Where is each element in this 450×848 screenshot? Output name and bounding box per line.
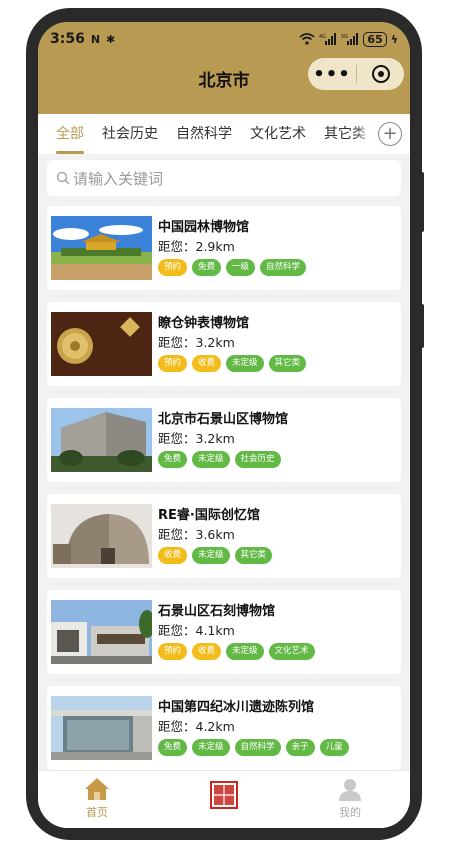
museum-name: 瞭仓钟表博物馆: [158, 316, 250, 331]
tag-category: 其它类: [234, 547, 273, 564]
museum-card[interactable]: 北京市石景山区博物馆 距您：3.2km 免费 未定级 社会历史: [47, 398, 401, 482]
bottom-nav: 首页 我的: [38, 770, 410, 828]
museum-tags: 收费 未定级 其它类: [158, 547, 273, 564]
tab-culture-art[interactable]: 文化艺术: [250, 114, 306, 154]
capsule-close-icon[interactable]: [357, 65, 404, 83]
museum-name: 中国第四纪冰川遗迹陈列馆: [158, 700, 315, 715]
category-tabs: 全部 社会历史 自然科学 文化艺术 其它类 +: [38, 114, 410, 154]
wifi-icon: [299, 33, 315, 45]
museum-distance: 距您：2.9km: [158, 239, 235, 254]
tag-category: 自然科学: [234, 739, 281, 756]
museum-distance: 距您：3.2km: [158, 431, 235, 446]
add-category-icon[interactable]: +: [378, 122, 402, 146]
home-icon: [85, 778, 109, 800]
volume-button: [420, 172, 424, 232]
tag-category: 其它类: [268, 355, 307, 372]
museum-thumbnail: [51, 216, 152, 280]
tag-category: 自然科学: [260, 259, 307, 276]
tag-free: 免费: [192, 259, 222, 276]
museum-thumbnail: [51, 600, 152, 664]
museum-tags: 预约 收费 未定级 其它类: [158, 355, 307, 372]
museum-distance: 距您：4.2km: [158, 719, 235, 734]
tag-level: 未定级: [226, 355, 264, 372]
tag-children: 儿童: [319, 739, 349, 756]
tag-paid: 收费: [192, 355, 222, 372]
museum-distance: 距您：3.2km: [158, 335, 235, 350]
tag-category: 文化艺术: [268, 643, 315, 660]
tag-reservation: 预约: [158, 259, 188, 276]
search-bar[interactable]: 请输入关键词: [47, 160, 401, 196]
signal-4g-icon: 4G: [319, 33, 337, 45]
nav-home-label: 首页: [86, 806, 108, 819]
tag-level: 未定级: [192, 739, 230, 756]
nav-mine[interactable]: 我的: [320, 777, 380, 820]
nfc-icon: N: [90, 32, 101, 46]
tag-free: 免费: [158, 739, 188, 756]
tag-family: 亲子: [285, 739, 315, 756]
tag-category: 社会历史: [234, 451, 281, 468]
museum-card[interactable]: 中国园林博物馆 距您：2.9km 预约 免费 一级 自然科学: [47, 206, 401, 290]
tag-paid: 收费: [158, 547, 188, 564]
tag-level: 未定级: [226, 643, 264, 660]
tag-reservation: 预约: [158, 355, 188, 372]
signal-5g-icon: 5G: [341, 33, 359, 45]
bluetooth-icon: ✱: [106, 32, 116, 46]
museum-distance: 距您：3.6km: [158, 527, 235, 542]
mini-program-capsule: •••: [308, 58, 404, 90]
charging-icon: ϟ: [390, 32, 398, 46]
museum-tags: 预约 免费 一级 自然科学: [158, 259, 307, 276]
museum-thumbnail: [51, 504, 152, 568]
museum-distance: 距您：4.1km: [158, 623, 235, 638]
museum-thumbnail: [51, 312, 152, 376]
tab-social-history[interactable]: 社会历史: [102, 114, 158, 154]
battery-indicator: 65: [363, 31, 387, 47]
museum-name: 石景山区石刻博物馆: [158, 604, 276, 619]
tag-level: 未定级: [192, 451, 230, 468]
museum-card[interactable]: RE睿·国际创忆馆 距您：3.6km 收费 未定级 其它类: [47, 494, 401, 578]
more-dots-icon[interactable]: •••: [308, 64, 356, 85]
power-button: [420, 304, 424, 348]
nav-home[interactable]: 首页: [67, 777, 127, 820]
status-time: 3:56: [50, 31, 85, 47]
header-bar: 3:56 N ✱ 4G 5G 65 ϟ 北京市 •••: [38, 22, 410, 114]
tab-natural-science[interactable]: 自然科学: [176, 114, 232, 154]
status-bar: 3:56 N ✱ 4G 5G 65 ϟ: [50, 30, 398, 48]
museum-tags: 免费 未定级 自然科学 亲子 儿童: [158, 739, 349, 756]
tag-free: 免费: [158, 451, 188, 468]
user-icon: [339, 779, 361, 801]
museum-card[interactable]: 石景山区石刻博物馆 距您：4.1km 预约 收费 未定级 文化艺术: [47, 590, 401, 674]
app-screen: 3:56 N ✱ 4G 5G 65 ϟ 北京市 ••• 全部 社会历史 自然科学…: [38, 22, 410, 828]
museum-name: 北京市石景山区博物馆: [158, 412, 289, 427]
tag-reservation: 预约: [158, 643, 188, 660]
tag-paid: 收费: [192, 643, 222, 660]
svg-text:5G: 5G: [341, 34, 348, 40]
search-input[interactable]: 请输入关键词: [73, 168, 163, 189]
seal-logo-icon[interactable]: [210, 781, 238, 809]
svg-text:4G: 4G: [319, 34, 326, 40]
museum-tags: 免费 未定级 社会历史: [158, 451, 281, 468]
museum-tags: 预约 收费 未定级 文化艺术: [158, 643, 315, 660]
nav-mine-label: 我的: [339, 806, 361, 819]
museum-thumbnail: [51, 696, 152, 760]
museum-name: RE睿·国际创忆馆: [158, 508, 260, 523]
museum-card[interactable]: 中国第四纪冰川遗迹陈列馆 距您：4.2km 免费 未定级 自然科学 亲子 儿童: [47, 686, 401, 770]
museum-thumbnail: [51, 408, 152, 472]
tabs-fade: [354, 114, 374, 154]
search-icon: [53, 171, 73, 185]
tag-level: 一级: [226, 259, 256, 276]
museum-card[interactable]: 瞭仓钟表博物馆 距您：3.2km 预约 收费 未定级 其它类: [47, 302, 401, 386]
museum-name: 中国园林博物馆: [158, 220, 250, 235]
tab-all[interactable]: 全部: [56, 114, 84, 154]
tag-level: 未定级: [192, 547, 230, 564]
